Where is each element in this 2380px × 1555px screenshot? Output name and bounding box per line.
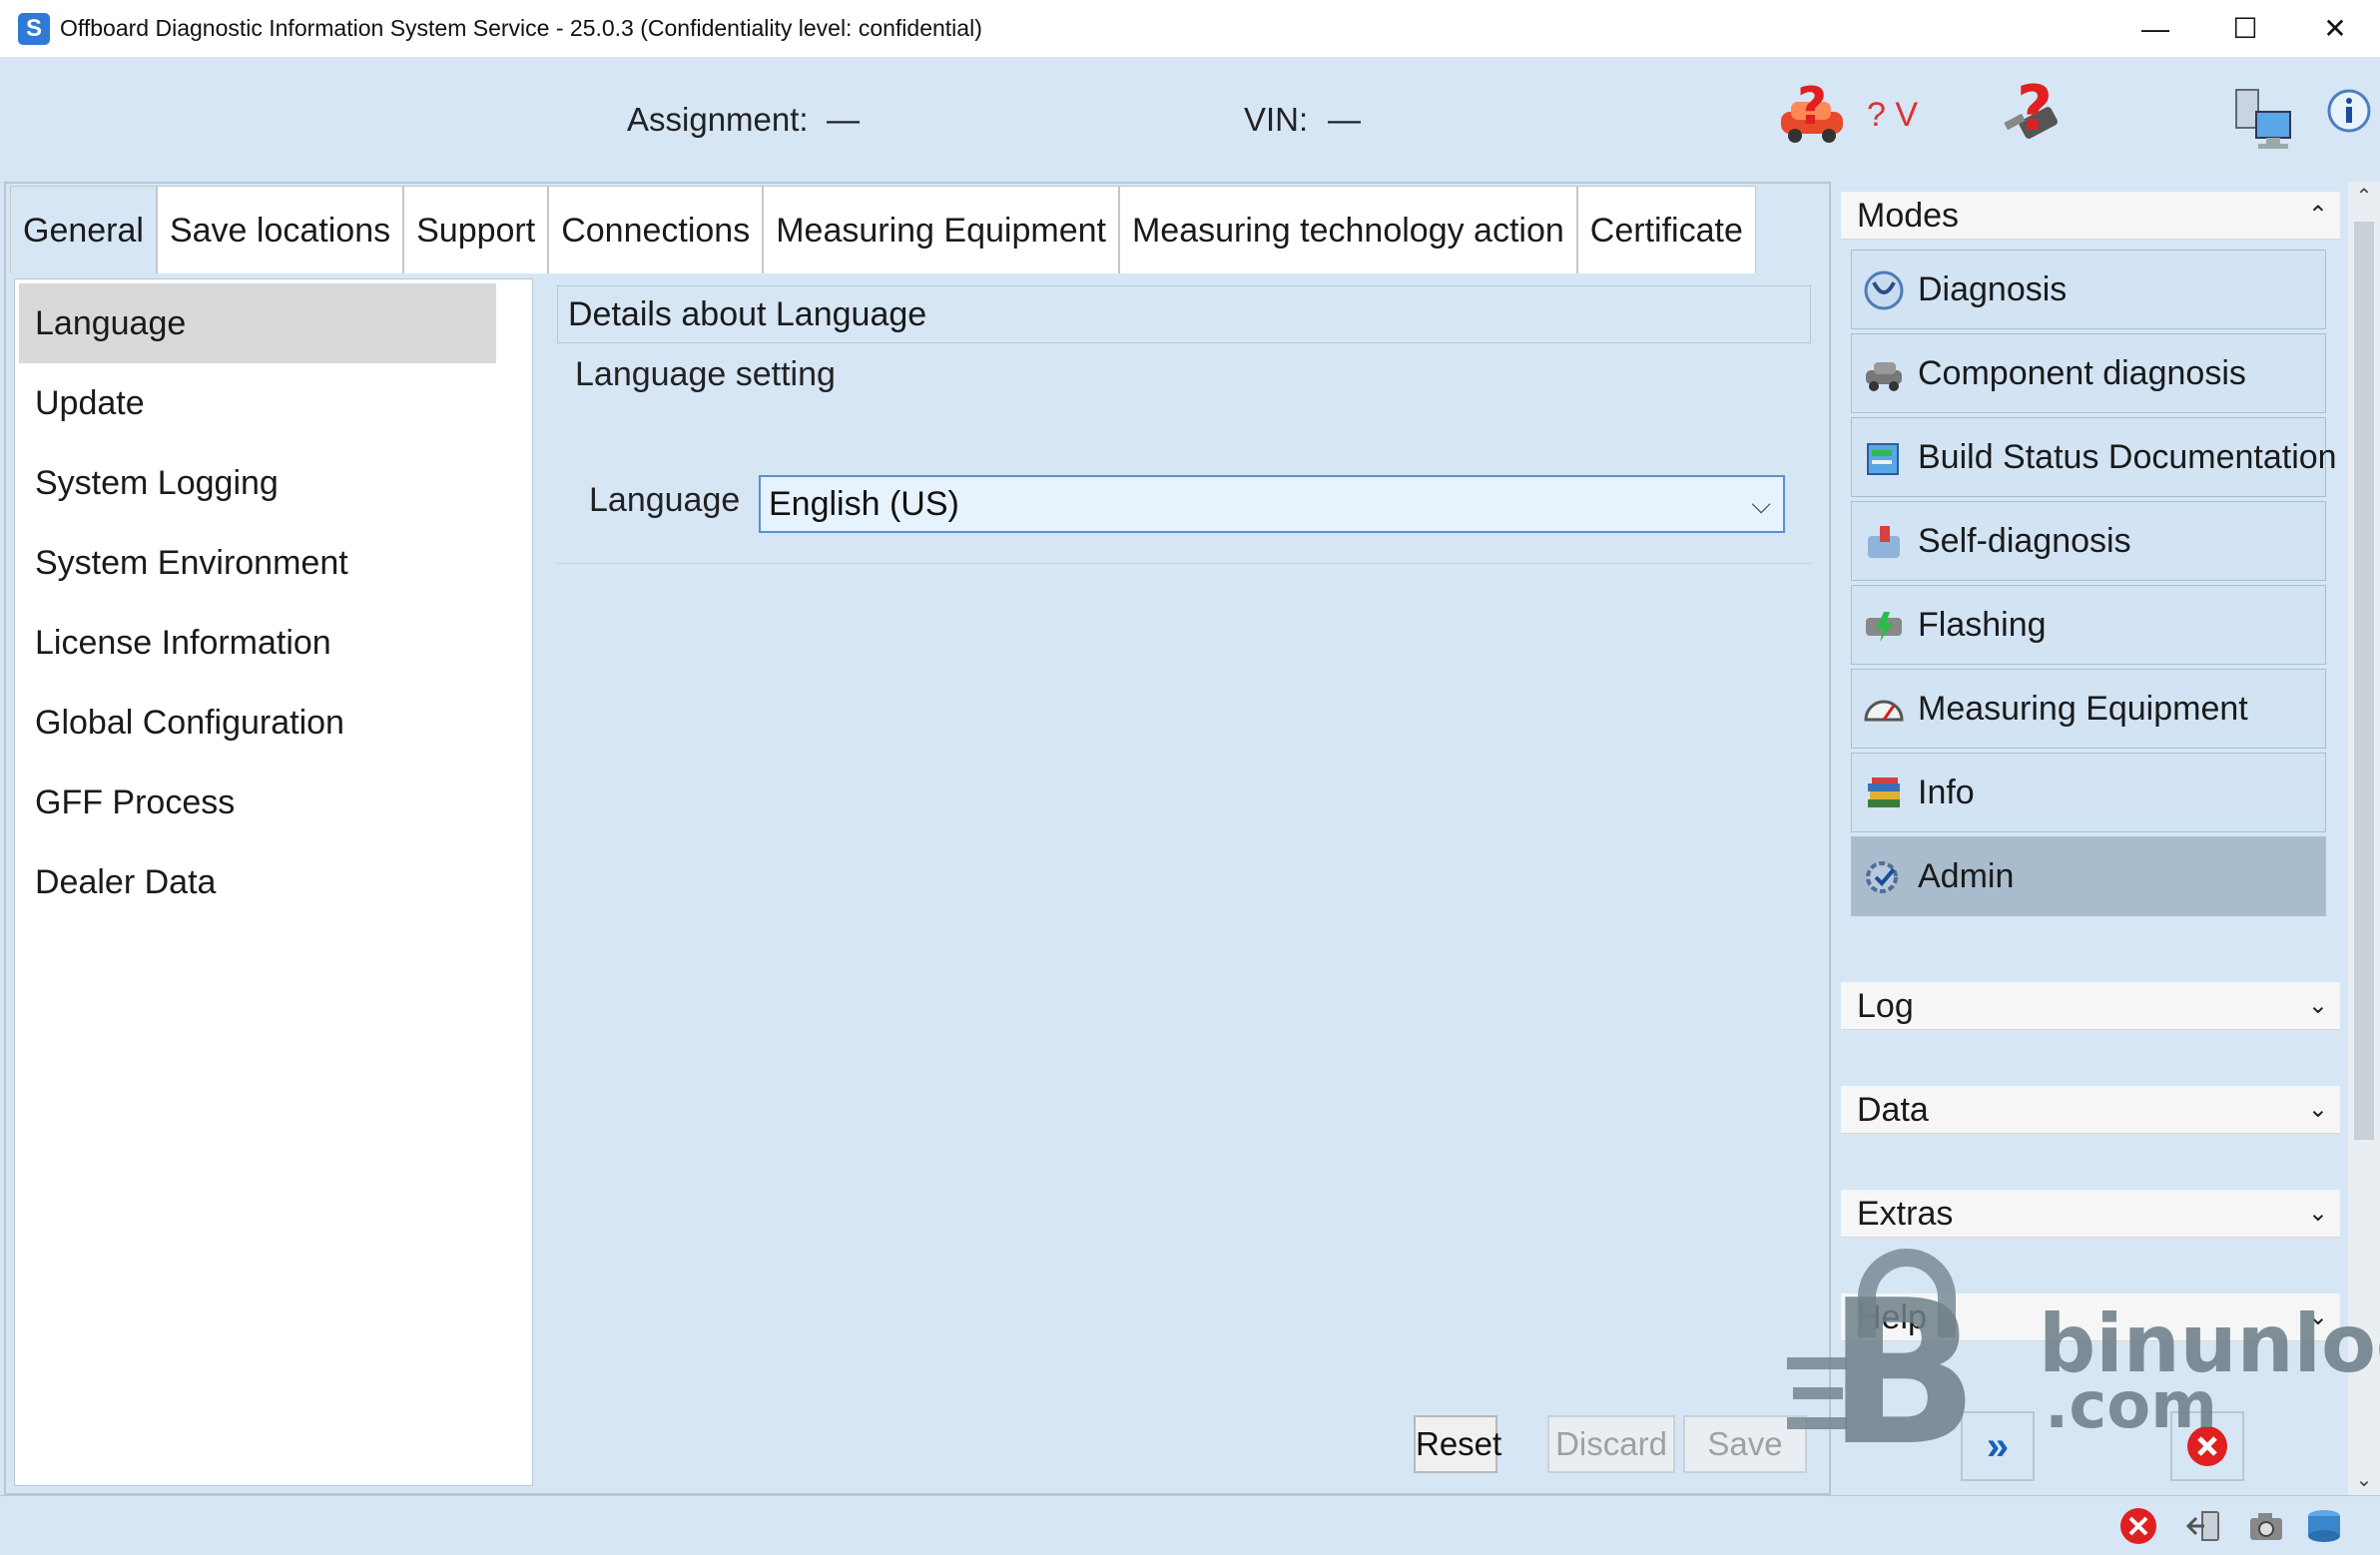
nav-item-global-configuration[interactable]: Global Configuration (15, 683, 532, 763)
stethoscope-icon (1864, 270, 1904, 310)
component-car-icon (1866, 362, 1902, 391)
modes-sidebar: Modes ⌃ Diagnosis Component diagnosis Bu… (1831, 182, 2380, 1495)
nav-item-language[interactable]: Language (19, 283, 496, 363)
sidebar-scrollbar[interactable]: ⌃ ⌄ (2348, 182, 2380, 1495)
discard-button[interactable]: Discard (1547, 1415, 1675, 1473)
scroll-up-arrow[interactable]: ⌃ (2348, 182, 2380, 212)
tab-certificate[interactable]: Certificate (1576, 186, 1756, 273)
modes-section-header[interactable]: Modes ⌃ (1841, 192, 2340, 240)
diagnostic-interface-unknown-icon[interactable]: ? (1997, 72, 2077, 154)
mode-label: Component diagnosis (1918, 354, 2246, 392)
network-computer-icon[interactable] (2232, 86, 2302, 156)
gauge-icon (1864, 700, 1904, 722)
info-icon[interactable] (2326, 88, 2372, 134)
log-section-label: Log (1857, 987, 1914, 1025)
reset-button[interactable]: Reset (1414, 1415, 1501, 1473)
details-title: Details about Language (557, 285, 1811, 343)
expand-down-icon: ⌄ (2307, 1200, 2328, 1227)
assignment-label: Assignment: (627, 101, 809, 138)
mode-label: Diagnosis (1918, 270, 2068, 308)
expand-down-icon: ⌄ (2307, 1096, 2328, 1123)
nav-item-gff-process[interactable]: GFF Process (15, 763, 532, 842)
scroll-thumb[interactable] (2354, 222, 2374, 1140)
vin-value: — (1328, 101, 1361, 138)
tab-support[interactable]: Support (403, 186, 549, 273)
mode-label: Flashing (1918, 606, 2047, 644)
nav-item-update[interactable]: Update (15, 363, 532, 443)
tab-save-locations[interactable]: Save locations (156, 186, 404, 273)
mode-label: Info (1918, 774, 1975, 811)
data-section-header[interactable]: Data ⌄ (1841, 1086, 2340, 1134)
status-bar (0, 1495, 2380, 1555)
mode-flashing-button[interactable]: Flashing (1851, 585, 2326, 665)
mode-build-status-documentation-button[interactable]: Build Status Documentation (1851, 417, 2337, 497)
data-section-label: Data (1857, 1091, 1929, 1129)
scroll-down-arrow[interactable]: ⌄ (2348, 1465, 2380, 1495)
expand-down-icon: ⌄ (2307, 1303, 2328, 1330)
mode-measuring-equipment-button[interactable]: Measuring Equipment (1851, 669, 2326, 749)
admin-gear-icon (1866, 861, 1898, 893)
maximize-button[interactable]: ☐ (2200, 0, 2290, 58)
vehicle-header: Assignment: — VIN: — ? ? V ? (0, 58, 2380, 182)
help-section-label: Help (1857, 1298, 1927, 1336)
extras-section-header[interactable]: Extras ⌄ (1841, 1190, 2340, 1238)
logout-icon[interactable] (2184, 1506, 2224, 1546)
flashing-icon (1866, 612, 1902, 642)
assignment-value: — (827, 101, 860, 138)
nav-item-dealer-data[interactable]: Dealer Data (15, 842, 532, 922)
vin-label: VIN: (1244, 101, 1309, 138)
self-diagnosis-icon (1868, 526, 1900, 558)
database-icon[interactable] (2304, 1506, 2344, 1546)
tab-connections[interactable]: Connections (548, 186, 764, 273)
language-selected-value: English (US) (769, 485, 959, 523)
tab-measuring-technology-action[interactable]: Measuring technology action (1118, 186, 1577, 273)
admin-settings-panel: General Save locations Support Connectio… (4, 182, 1831, 1495)
chevron-down-icon: ⌵ (1751, 489, 1771, 519)
nav-item-license-information[interactable]: License Information (15, 603, 532, 683)
cancel-red-button[interactable] (2170, 1411, 2244, 1481)
svg-text:?: ? (2017, 74, 2053, 145)
tab-general[interactable]: General (10, 186, 157, 273)
forward-arrows-button[interactable]: » (1961, 1411, 2035, 1481)
save-button[interactable]: Save (1683, 1415, 1807, 1473)
svg-text:?: ? (1797, 78, 1827, 137)
window-title: Offboard Diagnostic Information System S… (60, 15, 982, 41)
voltage-indicator: ? V (1867, 96, 1919, 134)
tab-measuring-equipment[interactable]: Measuring Equipment (763, 186, 1119, 273)
vehicle-unknown-icon[interactable]: ? (1775, 77, 1849, 152)
nav-item-system-logging[interactable]: System Logging (15, 443, 532, 523)
mode-component-diagnosis-button[interactable]: Component diagnosis (1851, 333, 2326, 413)
settings-nav-list: Language Update System Logging System En… (14, 278, 533, 1486)
title-bar: S Offboard Diagnostic Information System… (0, 0, 2380, 58)
close-window-button[interactable]: ✕ (2290, 0, 2380, 58)
mode-label: Admin (1918, 857, 2015, 895)
exit-error-icon[interactable] (2118, 1506, 2158, 1546)
mode-info-button[interactable]: Info (1851, 753, 2326, 832)
mode-admin-button[interactable]: Admin (1851, 836, 2326, 916)
extras-section-label: Extras (1857, 1195, 1954, 1233)
minimize-button[interactable]: — (2110, 0, 2200, 58)
documentation-icon (1867, 443, 1899, 475)
mode-diagnosis-button[interactable]: Diagnosis (1851, 250, 2326, 329)
settings-tabbar: General Save locations Support Connectio… (10, 186, 1756, 273)
collapse-up-icon: ⌃ (2307, 202, 2328, 229)
form-divider (557, 563, 1811, 564)
mode-self-diagnosis-button[interactable]: Self-diagnosis (1851, 501, 2326, 581)
language-dropdown[interactable]: English (US) ⌵ (759, 475, 1785, 533)
help-section-header[interactable]: Help ⌄ (1841, 1294, 2340, 1341)
mode-label: Self-diagnosis (1918, 522, 2131, 560)
modes-section-label: Modes (1857, 197, 1960, 235)
mode-label: Build Status Documentation (1918, 438, 2337, 476)
expand-down-icon: ⌄ (2307, 992, 2328, 1019)
odis-app-icon: S (18, 13, 50, 45)
books-icon (1868, 778, 1900, 807)
log-section-header[interactable]: Log ⌄ (1841, 982, 2340, 1030)
language-setting-heading: Language setting (575, 355, 836, 393)
mode-label: Measuring Equipment (1918, 690, 2248, 728)
nav-item-system-environment[interactable]: System Environment (15, 523, 532, 603)
camera-icon[interactable] (2246, 1506, 2286, 1546)
language-label: Language (589, 481, 741, 519)
